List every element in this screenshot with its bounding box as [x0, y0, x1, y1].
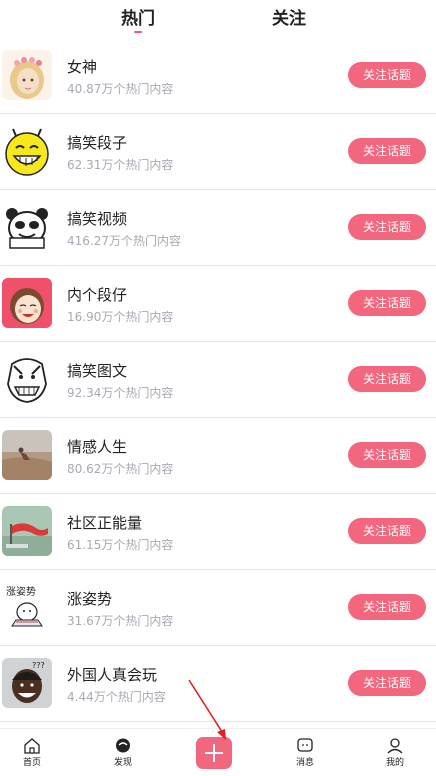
cartoon-girl-icon: [2, 278, 52, 328]
meme-caption: ???: [32, 661, 45, 670]
follow-topic-button[interactable]: 关注话题: [348, 138, 426, 164]
home-icon: [24, 738, 40, 754]
topic-count: 92.34万个热门内容: [67, 386, 174, 400]
add-post-button[interactable]: [196, 737, 232, 769]
topic-count: 40.87万个热门内容: [67, 82, 174, 96]
topic-count: 31.67万个热门内容: [67, 614, 174, 628]
goddess-avatar-icon: [2, 50, 52, 100]
follow-topic-button[interactable]: 关注话题: [348, 518, 426, 544]
follow-topic-button[interactable]: 关注话题: [348, 290, 426, 316]
topic-title: 社区正能量: [67, 514, 143, 532]
nav-messages-label: 消息: [295, 758, 314, 768]
laughing-face-icon: [2, 126, 52, 176]
topic-row[interactable]: 女神 40.87万个热门内容 关注话题: [0, 38, 436, 114]
nav-me[interactable]: 我的: [365, 737, 425, 768]
topic-row[interactable]: 搞笑图文 92.34万个热门内容 关注话题: [0, 342, 436, 418]
follow-topic-button[interactable]: 关注话题: [348, 62, 426, 88]
tab-hot[interactable]: 热门: [108, 4, 168, 29]
topic-row[interactable]: ??? 外国人真会玩 4.44万个热门内容 关注话题: [0, 646, 436, 722]
nav-discover-label: 发现: [113, 758, 132, 768]
topic-title: 搞笑图文: [67, 362, 128, 380]
topic-count: 416.27万个热门内容: [67, 234, 181, 248]
panda-meme-icon: [2, 202, 52, 252]
nav-home-label: 首页: [22, 758, 41, 768]
topic-row[interactable]: 内个段仔 16.90万个热门内容 关注话题: [0, 266, 436, 342]
topic-count: 61.15万个热门内容: [67, 538, 174, 552]
discover-icon: [116, 738, 130, 753]
topic-count: 16.90万个热门内容: [67, 310, 174, 324]
doodle-caption: 涨姿势: [6, 585, 36, 598]
active-tab-indicator: [134, 31, 142, 33]
topic-row[interactable]: 社区正能量 61.15万个热门内容 关注话题: [0, 494, 436, 570]
topic-count: 62.31万个热门内容: [67, 158, 174, 172]
tab-follow[interactable]: 关注: [259, 4, 319, 29]
topic-title: 搞笑视频: [67, 210, 128, 228]
topic-row[interactable]: 搞笑视频 416.27万个热门内容 关注话题: [0, 190, 436, 266]
follow-topic-button[interactable]: 关注话题: [348, 214, 426, 240]
nav-discover[interactable]: 发现: [93, 737, 153, 768]
nav-messages[interactable]: 消息: [275, 737, 335, 768]
topic-list: 女神 40.87万个热门内容 关注话题 搞笑段子 62.31万个热门内容 关注话…: [0, 38, 436, 722]
flag-photo-icon: [2, 506, 52, 556]
man-meme-icon: ???: [2, 658, 52, 708]
topic-row[interactable]: 情感人生 80.62万个热门内容 关注话题: [0, 418, 436, 494]
rage-face-icon: [2, 354, 52, 404]
topic-count: 4.44万个热门内容: [67, 690, 166, 704]
topic-title: 内个段仔: [67, 286, 128, 304]
follow-topic-button[interactable]: 关注话题: [348, 366, 426, 392]
user-icon: [387, 738, 403, 754]
topic-title: 外国人真会玩: [67, 666, 158, 684]
topic-title: 涨姿势: [67, 590, 113, 608]
topic-title: 搞笑段子: [67, 134, 128, 152]
follow-topic-button[interactable]: 关注话题: [348, 594, 426, 620]
top-tabs: 热门 关注: [0, 0, 436, 38]
follow-topic-button[interactable]: 关注话题: [348, 442, 426, 468]
nav-home[interactable]: 首页: [2, 737, 62, 768]
sketch-doodle-icon: 涨姿势: [2, 582, 52, 632]
topic-row[interactable]: 搞笑段子 62.31万个热门内容 关注话题: [0, 114, 436, 190]
message-icon: [297, 738, 313, 752]
topic-title: 情感人生: [67, 438, 128, 456]
topic-count: 80.62万个热门内容: [67, 462, 174, 476]
topic-title: 女神: [67, 58, 98, 76]
beach-photo-icon: [2, 430, 52, 480]
follow-topic-button[interactable]: 关注话题: [348, 670, 426, 696]
topic-row[interactable]: 涨姿势 涨姿势 31.67万个热门内容 关注话题: [0, 570, 436, 646]
nav-me-label: 我的: [385, 758, 404, 768]
